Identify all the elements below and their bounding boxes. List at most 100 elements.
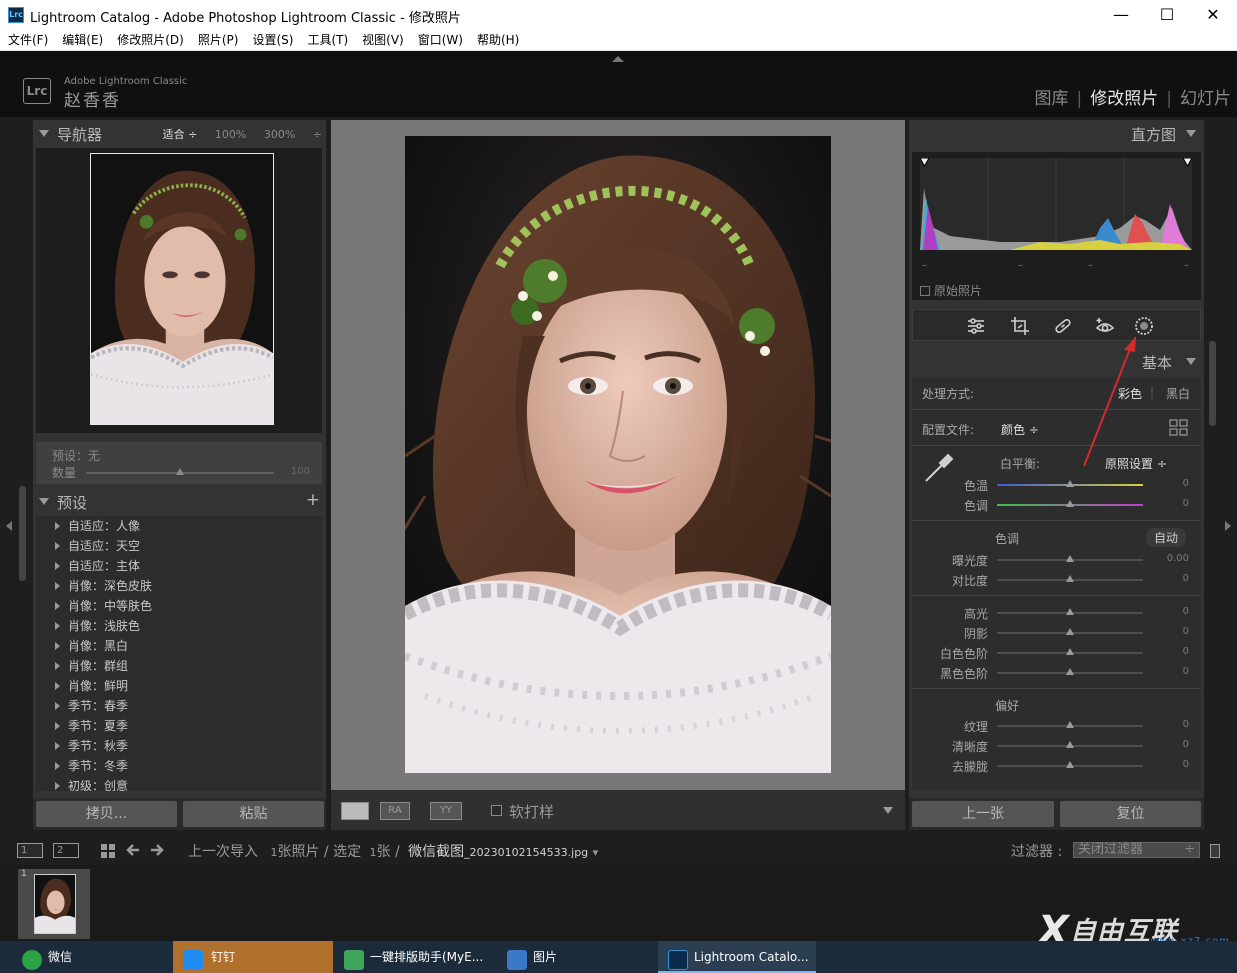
original-photo-toggle[interactable]: 原始照片 — [920, 282, 982, 299]
slider-value[interactable]: 0 — [1183, 573, 1189, 584]
copy-settings-button[interactable]: 拷贝... — [36, 801, 177, 827]
zoom-fit[interactable]: 适合 ÷ — [163, 128, 198, 141]
forward-arrow-icon[interactable] — [149, 842, 165, 858]
slider-knob[interactable] — [1066, 721, 1074, 728]
slider-value[interactable]: 0 — [1183, 759, 1189, 770]
left-scrollbar[interactable] — [19, 486, 26, 581]
healing-icon[interactable] — [1053, 316, 1073, 336]
loupe-view[interactable] — [331, 120, 905, 790]
second-screen-button[interactable]: 2 — [53, 843, 79, 858]
module-library[interactable]: 图库 — [1035, 89, 1069, 109]
auto-tone-button[interactable]: 自动 — [1146, 528, 1187, 547]
slider-exposure[interactable]: 曝光度 0.00 — [912, 550, 1201, 570]
menu-window[interactable]: 窗口(W) — [418, 30, 463, 51]
zoom-300[interactable]: 300% — [264, 128, 295, 141]
before-after-ra-button[interactable]: RA — [380, 802, 410, 820]
slider-value[interactable]: 0.00 — [1167, 553, 1189, 564]
filmstrip-source[interactable]: 上一次导入 1张照片 / 选定 1张 / 微信截图_20230102154533… — [188, 841, 598, 861]
menu-photo[interactable]: 照片(P) — [198, 30, 239, 51]
slider-value[interactable]: 0 — [1183, 626, 1189, 637]
slider-knob[interactable] — [1066, 741, 1074, 748]
menu-tools[interactable]: 工具(T) — [307, 30, 348, 51]
slider-clarity[interactable]: 清晰度 0 — [912, 736, 1201, 756]
slider-value[interactable]: 0 — [1183, 719, 1189, 730]
preset-folder[interactable]: 季节：春季 — [36, 696, 322, 716]
slider-knob[interactable] — [1066, 480, 1074, 487]
slider-knob[interactable] — [1066, 555, 1074, 562]
slider-whites[interactable]: 白色色阶 0 — [912, 643, 1201, 663]
slider-tint[interactable]: 色调 0 — [912, 495, 1201, 515]
histogram[interactable]: – – – – 原始照片 — [912, 152, 1201, 300]
reset-button[interactable]: 复位 — [1060, 801, 1201, 827]
slider-knob[interactable] — [1066, 500, 1074, 507]
taskbar-item-wechat[interactable]: 微信 — [22, 941, 172, 973]
collapse-triangle-icon[interactable] — [1186, 358, 1196, 365]
menu-view[interactable]: 视图(V) — [362, 30, 404, 51]
slider-value[interactable]: 0 — [1183, 498, 1189, 509]
right-panel-toggle-icon[interactable] — [1225, 521, 1231, 531]
source-dropdown-icon[interactable]: ▾ — [593, 846, 599, 859]
preset-folder[interactable]: 自适应：天空 — [36, 536, 322, 556]
profile-browser-grid-icon[interactable] — [1169, 419, 1189, 437]
right-scrollbar[interactable] — [1209, 341, 1216, 426]
collapse-triangle-icon[interactable] — [39, 130, 49, 137]
preset-folder[interactable]: 季节：秋季 — [36, 736, 322, 756]
filter-lock-icon[interactable] — [1210, 844, 1220, 858]
preset-folder[interactable]: 肖像：群组 — [36, 656, 322, 676]
preset-folder[interactable]: 肖像：深色皮肤 — [36, 576, 322, 596]
grid-view-icon[interactable] — [100, 843, 116, 859]
slider-knob[interactable] — [1066, 628, 1074, 635]
preset-folder[interactable]: 肖像：鲜明 — [36, 676, 322, 696]
slider-blacks[interactable]: 黑色色阶 0 — [912, 663, 1201, 683]
preset-folder[interactable]: 肖像：浅肤色 — [36, 616, 322, 636]
module-slideshow[interactable]: 幻灯片 — [1180, 89, 1231, 109]
slider-knob[interactable] — [1066, 668, 1074, 675]
slider-contrast[interactable]: 对比度 0 — [912, 570, 1201, 590]
close-button[interactable]: ✕ — [1190, 0, 1236, 30]
paste-settings-button[interactable]: 粘贴 — [183, 801, 324, 827]
preset-folder[interactable]: 初级：创意 — [36, 776, 322, 791]
add-preset-icon[interactable]: + — [306, 490, 320, 510]
slider-texture[interactable]: 纹理 0 — [912, 716, 1201, 736]
slider-value[interactable]: 0 — [1183, 739, 1189, 750]
main-screen-button[interactable]: 1 — [17, 843, 43, 858]
zoom-100[interactable]: 100% — [215, 128, 246, 141]
taskbar-item-lightroom[interactable]: Lightroom Catalo... — [658, 941, 816, 973]
slider-knob[interactable] — [1066, 575, 1074, 582]
before-after-yy-button[interactable]: YY — [430, 802, 462, 820]
slider-shadows[interactable]: 阴影 0 — [912, 623, 1201, 643]
presets-header[interactable]: 预设 + — [33, 488, 326, 516]
minimize-button[interactable]: — — [1098, 0, 1144, 30]
treatment-bw-option[interactable]: 黑白 — [1166, 385, 1190, 402]
sliders-icon[interactable] — [966, 316, 986, 336]
slider-value[interactable]: 0 — [1183, 666, 1189, 677]
filter-dropdown[interactable]: 关闭过滤器 ÷ — [1073, 842, 1200, 858]
preset-folder[interactable]: 季节：冬季 — [36, 756, 322, 776]
preset-folder[interactable]: 肖像：黑白 — [36, 636, 322, 656]
filmstrip-thumbnail-cell[interactable]: 1 — [18, 869, 90, 939]
preset-folder[interactable]: 自适应：主体 — [36, 556, 322, 576]
slider-value[interactable]: 0 — [1183, 606, 1189, 617]
left-panel-toggle-icon[interactable] — [6, 521, 12, 531]
collapse-triangle-icon[interactable] — [39, 498, 49, 505]
menu-edit[interactable]: 编辑(E) — [62, 30, 103, 51]
slider-knob[interactable] — [1066, 608, 1074, 615]
taskbar-item-myeditor[interactable]: 一键排版助手(MyE... — [344, 941, 494, 973]
menu-help[interactable]: 帮助(H) — [477, 30, 519, 51]
slider-highlights[interactable]: 高光 0 — [912, 603, 1201, 623]
main-photo[interactable] — [405, 136, 831, 773]
slider-dehaze[interactable]: 去朦胧 0 — [912, 756, 1201, 776]
masking-icon[interactable] — [1134, 316, 1154, 336]
toolbar-menu-icon[interactable] — [883, 807, 893, 814]
original-photo-checkbox[interactable] — [920, 286, 930, 296]
navigator-header[interactable]: 导航器 适合 ÷ 100% 300% ÷ — [33, 120, 326, 148]
menu-develop[interactable]: 修改照片(D) — [117, 30, 184, 51]
maximize-button[interactable]: ☐ — [1144, 0, 1190, 30]
slider-value[interactable]: 0 — [1183, 646, 1189, 657]
crop-icon[interactable] — [1010, 316, 1030, 336]
slider-value[interactable]: 0 — [1183, 478, 1189, 489]
soft-proof-checkbox[interactable] — [491, 805, 502, 816]
preset-folder[interactable]: 季节：夏季 — [36, 716, 322, 736]
zoom-more-icon[interactable]: ÷ — [313, 128, 322, 141]
menu-settings[interactable]: 设置(S) — [252, 30, 293, 51]
